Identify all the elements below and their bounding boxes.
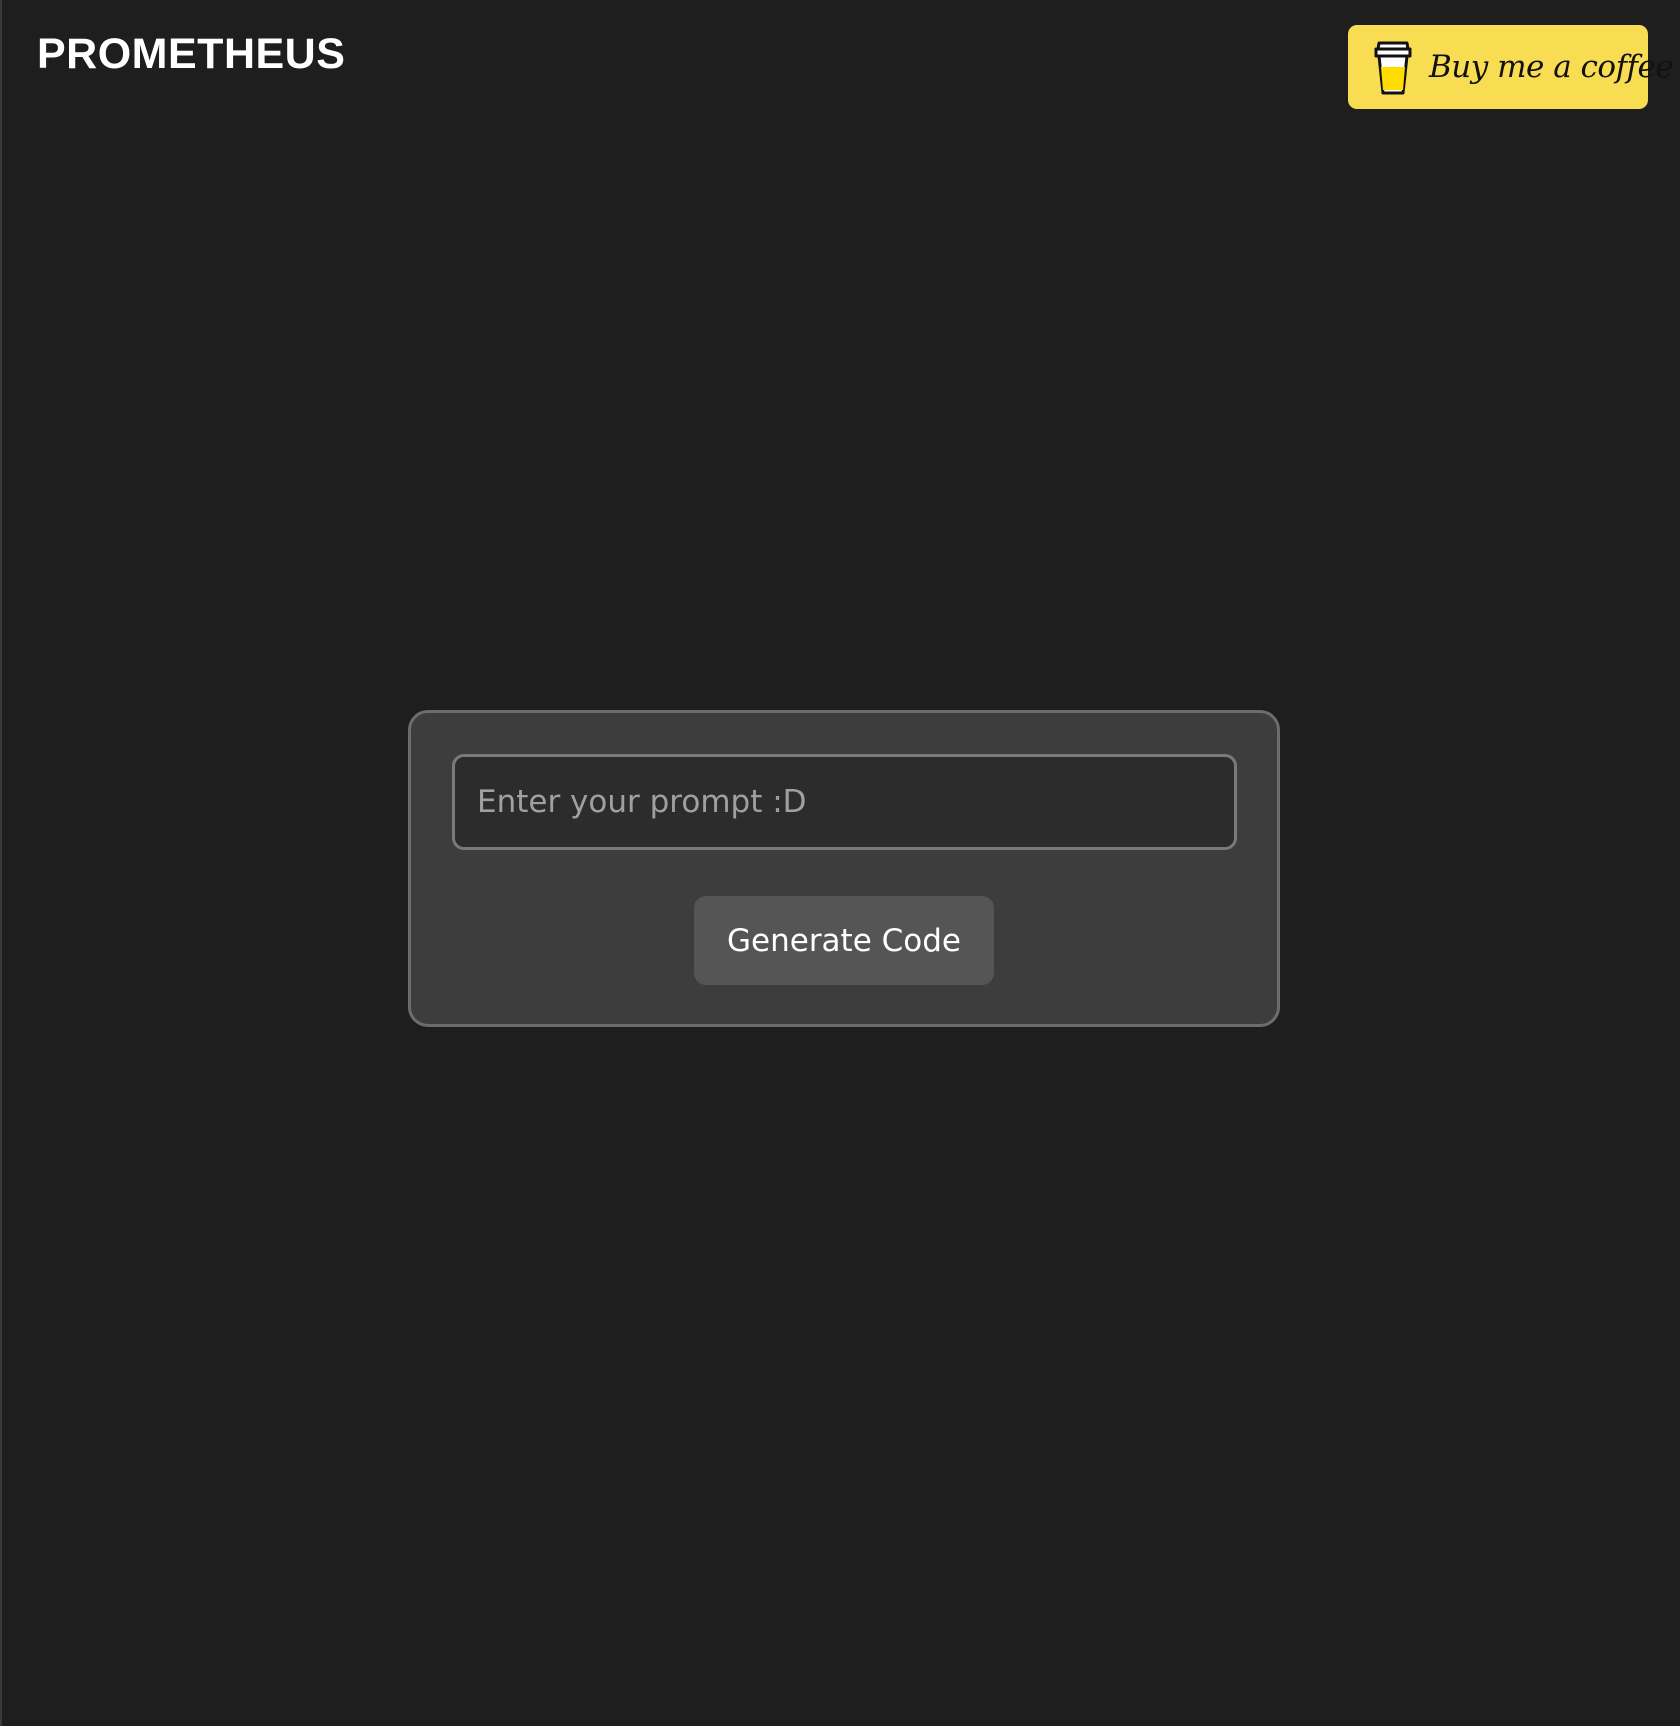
brand-title: PROMETHEUS bbox=[37, 30, 346, 78]
generate-code-button[interactable]: Generate Code bbox=[694, 896, 994, 985]
coffee-cup-icon bbox=[1374, 41, 1412, 95]
prompt-panel: Generate Code bbox=[408, 710, 1280, 1027]
left-window-edge bbox=[0, 0, 2, 1726]
buy-me-a-coffee-button[interactable]: Buy me a coffee bbox=[1348, 25, 1674, 109]
prompt-input[interactable] bbox=[452, 754, 1237, 850]
buy-me-a-coffee-label: Buy me a coffee bbox=[1429, 48, 1674, 85]
